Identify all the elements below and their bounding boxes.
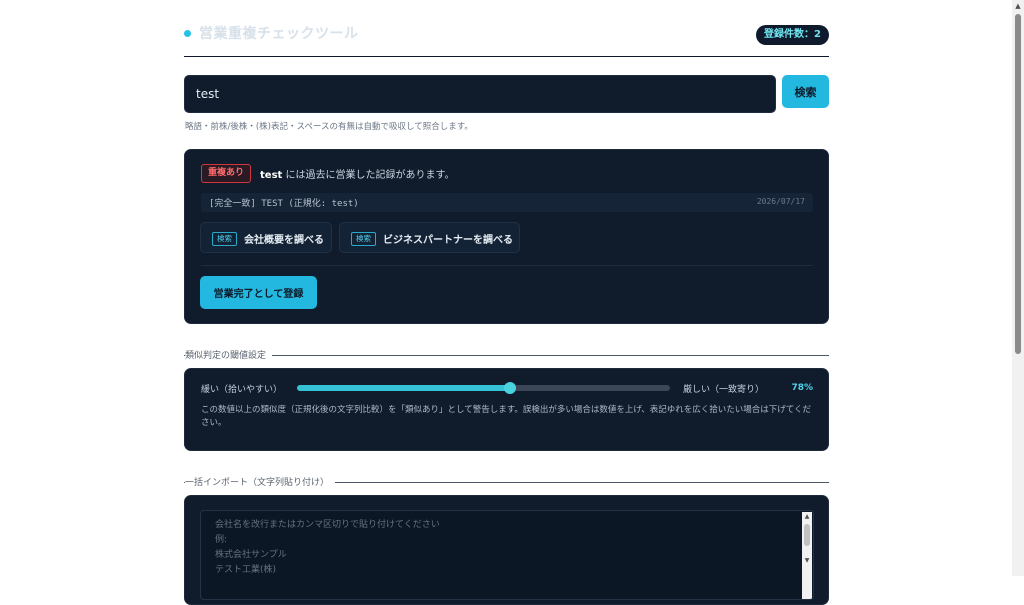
match-text: [完全一致] TEST (正規化: test) <box>209 199 359 209</box>
scroll-thumb[interactable] <box>804 524 810 546</box>
chip-label: 会社概要を調べる <box>244 235 324 246</box>
threshold-slider[interactable] <box>297 382 670 394</box>
search-input[interactable]: test <box>184 75 776 113</box>
loose-label: 緩い（拾いやすい） <box>201 385 283 395</box>
slider-fill <box>297 385 510 391</box>
result-query: test <box>260 170 283 181</box>
result-message: test には過去に営業した記録があります。 <box>260 166 454 181</box>
placeholder-line: 会社名を改行またはカンマ区切りで貼り付けてください <box>215 520 440 530</box>
threshold-description: この数値以上の類似度（正規化後の文字列比較）を「類似あり」として警告します。誤検… <box>201 405 812 428</box>
chip-label: ビジネスパートナーを調べる <box>383 235 513 246</box>
card-divider <box>201 265 813 266</box>
textarea-scrollbar[interactable]: ▲ ▼ <box>802 512 812 599</box>
threshold-card: 緩い（拾いやすい） 厳しい（一致寄り） 78% この数値以上の類似度（正規化後の… <box>184 368 829 451</box>
match-row: [完全一致] TEST (正規化: test) 2026/07/17 <box>201 193 813 212</box>
company-overview-search-button[interactable]: 検索 会社概要を調べる <box>200 222 332 253</box>
header-divider <box>184 56 829 57</box>
search-tag: 検索 <box>212 232 237 246</box>
strict-label: 厳しい（一致寄り） <box>683 385 765 395</box>
import-card: 会社名を改行またはカンマ区切りで貼り付けてください 例: 株式会社サンプル テス… <box>184 495 829 605</box>
search-hint: 略語・前株/後株・(株)表記・スペースの有無は自動で吸収して照合します。 <box>185 122 473 132</box>
import-section-title: 一括インポート（文字列貼り付け） <box>185 475 336 488</box>
business-partner-search-button[interactable]: 検索 ビジネスパートナーを調べる <box>339 222 520 253</box>
match-date: 2026/07/17 <box>756 197 805 206</box>
scroll-up-icon[interactable]: ▲ <box>1012 0 1024 12</box>
threshold-section-title: 類似判定の閾値設定 <box>185 348 273 361</box>
status-dot-icon <box>184 30 191 37</box>
page-title: 営業重複チェックツール <box>199 26 359 42</box>
slider-thumb[interactable] <box>503 382 516 394</box>
threshold-section-head: 類似判定の閾値設定 <box>184 348 829 362</box>
search-button[interactable]: 検索 <box>782 75 829 108</box>
register-complete-button[interactable]: 営業完了として登録 <box>200 276 317 309</box>
placeholder-line: 例: <box>215 535 228 545</box>
scroll-up-icon[interactable]: ▲ <box>802 512 812 522</box>
result-message-suffix: には過去に営業した記録があります。 <box>282 170 455 181</box>
threshold-value: 78% <box>791 383 813 393</box>
search-tag: 検索 <box>351 232 376 246</box>
scroll-thumb[interactable] <box>1015 14 1021 354</box>
registered-count-badge: 登録件数：2 <box>756 25 829 45</box>
scroll-down-icon[interactable]: ▼ <box>802 556 812 566</box>
import-textarea[interactable]: 会社名を改行またはカンマ区切りで貼り付けてください 例: 株式会社サンプル テス… <box>200 510 814 600</box>
page-scrollbar[interactable]: ▲ <box>1012 0 1024 576</box>
placeholder-line: 株式会社サンプル <box>215 550 287 560</box>
import-section-head: 一括インポート（文字列貼り付け） <box>184 475 829 489</box>
duplicate-badge: 重複あり <box>201 164 252 183</box>
result-card: 重複あり test には過去に営業した記録があります。 [完全一致] TEST … <box>184 149 829 324</box>
page-header: 営業重複チェックツール 登録件数：2 <box>184 22 829 46</box>
section-divider <box>184 355 829 356</box>
